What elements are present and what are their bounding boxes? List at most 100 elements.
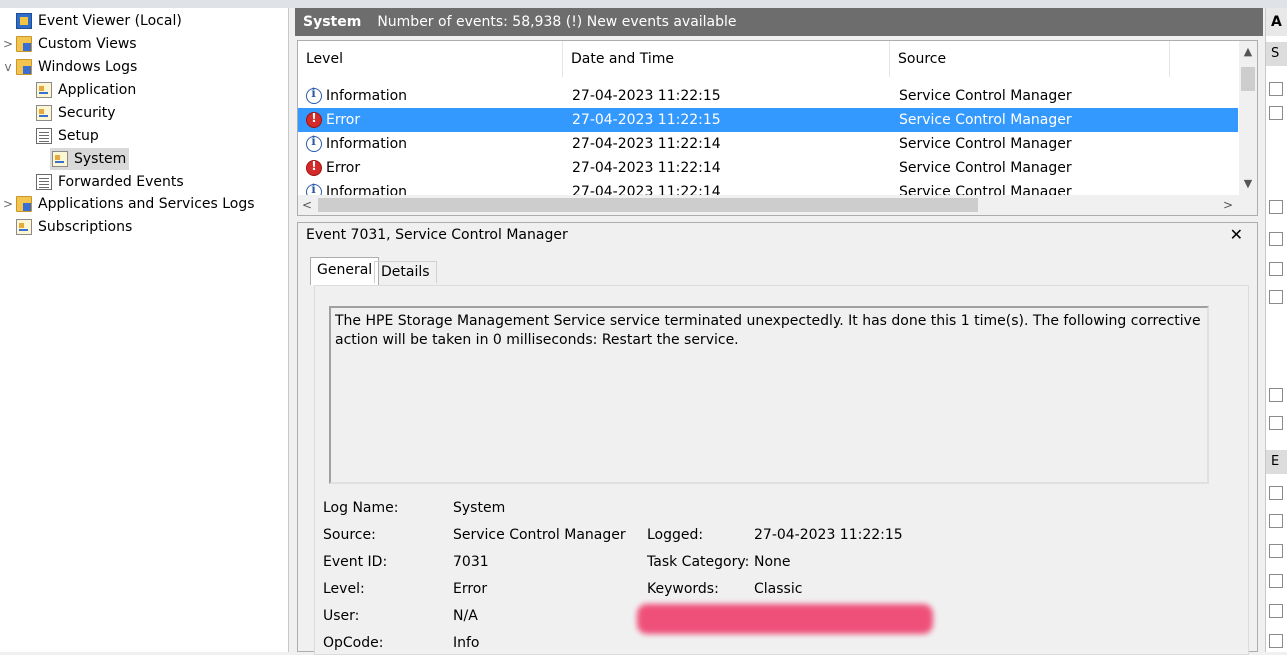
tree-item-label: Subscriptions <box>38 219 133 235</box>
tree-item-label: Forwarded Events <box>58 174 184 190</box>
tree-item-windows-logs[interactable]: v Windows Logs <box>0 56 137 78</box>
help-icon[interactable] <box>1269 416 1283 430</box>
scroll-down-icon[interactable]: ▼ <box>1239 175 1257 193</box>
user-label: User: <box>323 608 360 624</box>
tree-item-label: Applications and Services Logs <box>38 196 255 212</box>
scroll-right-icon[interactable]: > <box>1219 195 1237 215</box>
help-icon[interactable] <box>1269 634 1283 648</box>
column-header-date-time[interactable]: Date and Time <box>563 41 890 77</box>
source-value: Service Control Manager <box>453 527 626 543</box>
tree-item-label: Windows Logs <box>38 59 138 75</box>
tab-details[interactable]: Details <box>374 261 437 283</box>
tree-item-label: Event Viewer (Local) <box>38 13 182 29</box>
log-icon <box>36 128 52 144</box>
level-cell: Error <box>326 160 361 176</box>
log-name-value: System <box>453 500 506 516</box>
event-properties-icon[interactable] <box>1269 486 1283 500</box>
copy-icon[interactable] <box>1269 574 1283 588</box>
expand-icon[interactable]: > <box>0 197 16 211</box>
log-icon <box>52 151 68 167</box>
tree-item-setup[interactable]: Setup <box>36 125 99 147</box>
main-pane: System Number of events: 58,938 (!) New … <box>295 8 1263 655</box>
collapse-icon[interactable]: v <box>0 60 16 74</box>
tree-item-label: Custom Views <box>38 36 137 52</box>
tree-item-label: System <box>74 151 127 167</box>
logged-label: Logged: <box>647 527 704 543</box>
task-category-value: None <box>754 554 791 570</box>
date-cell: 27-04-2023 11:22:15 <box>572 112 721 128</box>
source-label: Source: <box>323 527 376 543</box>
level-cell: Information <box>326 88 408 104</box>
log-icon <box>36 82 52 98</box>
actions-section-event[interactable]: E <box>1266 450 1287 474</box>
table-row[interactable]: Information 27-04-2023 11:22:14 Service … <box>298 132 1238 156</box>
keywords-label: Keywords: <box>647 581 719 597</box>
window-top-strip <box>0 0 1287 8</box>
log-title: System <box>303 14 362 30</box>
task-category-label: Task Category: <box>647 554 750 570</box>
log-icon <box>36 105 52 121</box>
refresh-icon[interactable] <box>1269 604 1283 618</box>
tree-item-label: Security <box>58 105 116 121</box>
log-name-label: Log Name: <box>323 500 399 516</box>
user-value: N/A <box>453 608 478 624</box>
opcode-label: OpCode: <box>323 635 384 651</box>
table-row[interactable]: Information 27-04-2023 11:22:15 Service … <box>298 84 1238 108</box>
column-header-source[interactable]: Source <box>890 41 1170 77</box>
tree-item-subscriptions[interactable]: Subscriptions <box>0 216 132 238</box>
tree-item-label: Application <box>58 82 137 98</box>
scroll-thumb[interactable] <box>318 198 978 212</box>
filter-icon[interactable] <box>1269 106 1283 120</box>
scroll-thumb[interactable] <box>1241 67 1255 91</box>
event-detail-pane: Event 7031, Service Control Manager ✕ Ge… <box>297 222 1258 655</box>
table-row[interactable]: Error 27-04-2023 11:22:14 Service Contro… <box>298 156 1238 180</box>
source-cell: Service Control Manager <box>899 88 1072 104</box>
table-row-selected[interactable]: Error 27-04-2023 11:22:15 Service Contro… <box>298 108 1238 132</box>
tree-item-event-viewer[interactable]: Event Viewer (Local) <box>0 10 182 32</box>
subscriptions-icon <box>16 219 32 235</box>
tree-item-security[interactable]: Security <box>36 102 116 124</box>
actions-pane: A S E <box>1265 8 1287 652</box>
event-description[interactable]: The HPE Storage Management Service servi… <box>329 306 1209 484</box>
folder-icon <box>16 59 32 75</box>
attach-task-icon[interactable] <box>1269 514 1283 528</box>
horizontal-scrollbar[interactable]: < > <box>298 195 1257 215</box>
scroll-left-icon[interactable]: < <box>298 195 316 215</box>
vertical-scrollbar[interactable]: ▲ ▼ <box>1239 41 1257 195</box>
tab-general[interactable]: General <box>310 257 380 285</box>
scroll-up-icon[interactable]: ▲ <box>1239 43 1257 61</box>
event-id-label: Event ID: <box>323 554 388 570</box>
refresh-icon[interactable] <box>1269 388 1283 402</box>
tree-item-custom-views[interactable]: > Custom Views <box>0 33 137 55</box>
save-event-icon[interactable] <box>1269 544 1283 558</box>
tree-item-apps-services-logs[interactable]: > Applications and Services Logs <box>0 193 255 215</box>
console-tree: Event Viewer (Local) > Custom Views v Wi… <box>0 8 289 652</box>
find-icon[interactable] <box>1269 262 1283 276</box>
event-detail-title: Event 7031, Service Control Manager <box>306 227 568 243</box>
actions-header: A <box>1266 8 1287 36</box>
tree-item-forwarded-events[interactable]: Forwarded Events <box>36 171 184 193</box>
event-list[interactable]: Level Date and Time Source Information 2… <box>297 40 1258 216</box>
source-cell: Service Control Manager <box>899 136 1072 152</box>
column-header-level[interactable]: Level <box>298 41 563 77</box>
date-cell: 27-04-2023 11:22:15 <box>572 88 721 104</box>
close-icon[interactable]: ✕ <box>1230 225 1243 244</box>
save-icon[interactable] <box>1269 290 1283 304</box>
date-cell: 27-04-2023 11:22:14 <box>572 136 721 152</box>
tree-item-application[interactable]: Application <box>36 79 136 101</box>
tree-item-label: Setup <box>58 128 99 144</box>
level-cell: Information <box>326 136 408 152</box>
open-log-icon[interactable] <box>1269 82 1283 96</box>
keywords-value: Classic <box>754 581 803 597</box>
expand-icon[interactable]: > <box>0 37 16 51</box>
error-icon <box>306 111 322 128</box>
filter-log-icon[interactable] <box>1269 200 1283 214</box>
error-icon <box>306 159 322 176</box>
log-icon <box>36 174 52 190</box>
actions-section-system[interactable]: S <box>1266 42 1287 66</box>
properties-icon[interactable] <box>1269 232 1283 246</box>
tree-item-system[interactable]: System <box>50 148 130 170</box>
logged-value: 27-04-2023 11:22:15 <box>754 527 903 543</box>
general-tab-page: The HPE Storage Management Service servi… <box>314 285 1249 655</box>
log-header: System Number of events: 58,938 (!) New … <box>295 8 1263 36</box>
